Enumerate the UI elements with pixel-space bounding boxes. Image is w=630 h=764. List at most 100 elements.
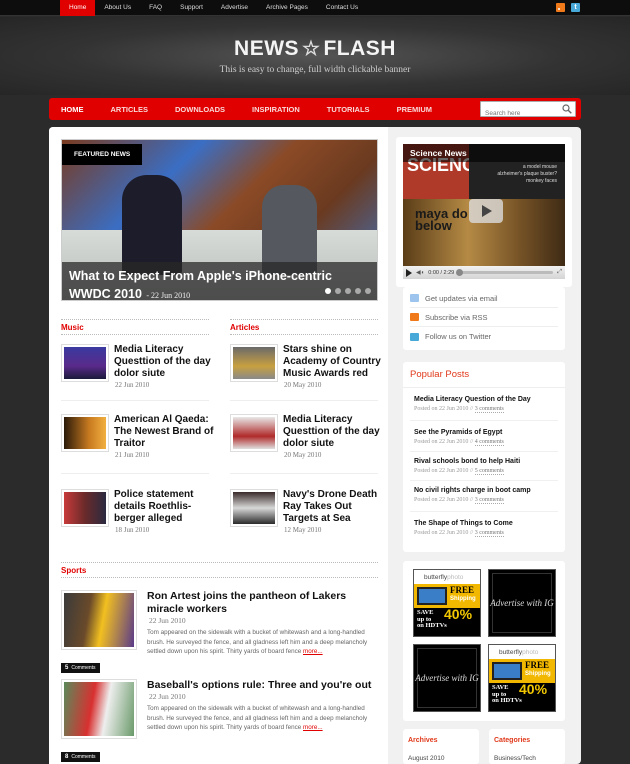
nav-tutorials[interactable]: TUTORIALS — [315, 105, 370, 114]
divider — [230, 400, 378, 401]
fullscreen-icon[interactable]: ⤢ — [557, 269, 562, 276]
popular-post-title[interactable]: The Shape of Things to Come — [414, 520, 562, 527]
site-logo[interactable]: NEWS ☆ FLASH — [0, 36, 630, 61]
slider-dot[interactable] — [355, 288, 361, 294]
nav-premium[interactable]: PREMIUM — [385, 105, 432, 114]
post-title[interactable]: Media Literacy Questtion of the day dolo… — [114, 344, 219, 380]
featured-slider[interactable]: FEATURED NEWS What to Expect From Apple'… — [61, 139, 378, 301]
header-banner[interactable]: NEWS ☆ FLASH This is easy to change, full … — [0, 17, 630, 95]
top-nav-archive[interactable]: Archive Pages — [257, 0, 317, 16]
archive-link[interactable]: August 2010 — [408, 755, 445, 762]
post-thumbnail[interactable] — [230, 414, 278, 452]
section-title-articles[interactable]: Articles — [230, 323, 259, 332]
post-thumbnail[interactable] — [230, 489, 278, 527]
post-thumbnail[interactable] — [61, 344, 109, 382]
popular-post-date: Posted on 22 Jun 2010 — [414, 530, 469, 536]
featured-title[interactable]: What to Expect From Apple's iPhone-centr… — [69, 269, 332, 300]
social-icons: t — [556, 3, 580, 12]
ad-advertise-slot[interactable]: Advertise with IG — [488, 569, 556, 637]
play-overlay-button[interactable] — [469, 199, 503, 223]
subscribe-email[interactable]: Get updates via email — [410, 289, 558, 308]
ad-brand-name: butterfly — [424, 574, 448, 581]
tagline: This is easy to change, full width click… — [219, 65, 411, 75]
post-title[interactable]: Ron Artest joins the pantheon of Lakers … — [147, 590, 377, 615]
slider-dots — [325, 288, 371, 294]
comments-count: 5 — [65, 665, 69, 671]
rss-icon[interactable] — [556, 3, 565, 12]
post-thumbnail[interactable] — [230, 344, 278, 382]
ad-banner-butterfly[interactable]: butterflyphoto FREE Shipping SAVE up to on … — [488, 644, 556, 712]
section-title-music[interactable]: Music — [61, 323, 84, 332]
divider — [61, 562, 378, 563]
slider-dot[interactable] — [345, 288, 351, 294]
top-nav-about[interactable]: About Us — [95, 0, 140, 16]
more-link[interactable]: more... — [303, 648, 323, 655]
post-thumbnail[interactable] — [61, 590, 137, 650]
list-item: Police statement details Roethlis-berger… — [61, 489, 216, 549]
post-thumbnail[interactable] — [61, 489, 109, 527]
featured-image-figure — [122, 175, 182, 275]
nav-articles[interactable]: ARTICLES — [99, 105, 149, 114]
section-title-sports[interactable]: Sports — [61, 566, 86, 575]
divider — [230, 473, 378, 474]
post-title[interactable]: Baseball's options rule: Three and you'r… — [147, 679, 377, 692]
popular-post-title[interactable]: Media Literacy Question of the Day — [414, 396, 562, 403]
divider — [61, 577, 378, 578]
category-link[interactable]: Business/Tech — [494, 755, 536, 762]
widget-title: Popular Posts — [410, 369, 470, 380]
top-nav-support[interactable]: Support — [171, 0, 212, 16]
volume-icon[interactable]: ◀◖ — [416, 269, 424, 276]
popular-post-title[interactable]: No civil rights charge in boot camp — [414, 487, 562, 494]
more-link[interactable]: more... — [303, 724, 323, 731]
post-thumbnail[interactable] — [61, 679, 137, 739]
comments-badge[interactable]: 5 Comments — [61, 663, 100, 673]
comments-link[interactable]: 3 comments — [474, 530, 504, 537]
nav-downloads[interactable]: DOWNLOADS — [163, 105, 225, 114]
ad-banner-butterfly[interactable]: butterflyphoto FREE Shipping SAVE up to on … — [413, 569, 481, 637]
ad-brand-suffix: photo — [447, 574, 464, 581]
twitter-icon[interactable]: t — [571, 3, 580, 12]
subscribe-rss[interactable]: Subscribe via RSS — [410, 308, 558, 327]
slider-dot[interactable] — [365, 288, 371, 294]
top-nav-faq[interactable]: FAQ — [140, 0, 171, 16]
search-input[interactable] — [481, 106, 559, 121]
comments-link[interactable]: 5 comments — [474, 468, 504, 475]
comments-badge[interactable]: 8 Comments — [61, 752, 100, 762]
nav-home[interactable]: HOME — [49, 105, 84, 114]
divider — [61, 400, 209, 401]
subscribe-twitter[interactable]: Follow us on Twitter — [410, 327, 558, 346]
popular-post-title[interactable]: See the Pyramids of Egypt — [414, 429, 562, 436]
ad-advertise-slot[interactable]: Advertise with IG — [413, 644, 481, 712]
ad-bottom: SAVE up to on HDTVs 40% — [414, 608, 480, 636]
post-thumbnail[interactable] — [61, 414, 109, 452]
post-date: 22 Jun 2010 — [149, 616, 186, 625]
video-player[interactable]: SCIENCE NEWS a model mouse alzheimer's p… — [403, 144, 565, 279]
top-nav-home[interactable]: Home — [60, 0, 96, 16]
play-icon[interactable] — [406, 268, 412, 277]
post-title[interactable]: Police statement details Roethlis-berger… — [114, 489, 219, 525]
ad-on: on HDTVs — [417, 622, 447, 629]
post-title[interactable]: American Al Qaeda: The Newest Brand of T… — [114, 414, 219, 450]
ad-free-text: FREE — [525, 660, 550, 670]
search-icon[interactable] — [562, 104, 572, 114]
nav-inspiration[interactable]: INSPIRATION — [240, 105, 300, 114]
post-date: 18 Jun 2010 — [115, 526, 150, 534]
ad-shipping-text: Shipping — [450, 596, 476, 602]
video-seek-bar[interactable] — [456, 269, 554, 276]
ad-free: FREE Shipping — [525, 661, 551, 679]
popular-post-title[interactable]: Rival schools bond to help Haiti — [414, 458, 562, 465]
slider-dot[interactable] — [325, 288, 331, 294]
comments-link[interactable]: 3 comments — [474, 497, 504, 504]
post-title[interactable]: Stars shine on Academy of Country Music … — [283, 344, 388, 380]
star-icon: ☆ — [302, 38, 321, 60]
top-nav-advertise[interactable]: Advertise — [212, 0, 257, 16]
slider-dot[interactable] — [335, 288, 341, 294]
tv-icon — [417, 587, 447, 605]
post-title[interactable]: Navy's Drone Death Ray Takes Out Targets… — [283, 489, 388, 525]
post-title[interactable]: Media Literacy Questtion of the day dolo… — [283, 414, 388, 450]
comments-link[interactable]: 4 comments — [474, 439, 504, 446]
top-nav-contact[interactable]: Contact Us — [317, 0, 367, 16]
cover-line: alzheimer's plaque buster? — [497, 171, 557, 177]
comments-link[interactable]: 3 comments — [474, 406, 504, 413]
comments-label: Comments — [71, 665, 96, 671]
